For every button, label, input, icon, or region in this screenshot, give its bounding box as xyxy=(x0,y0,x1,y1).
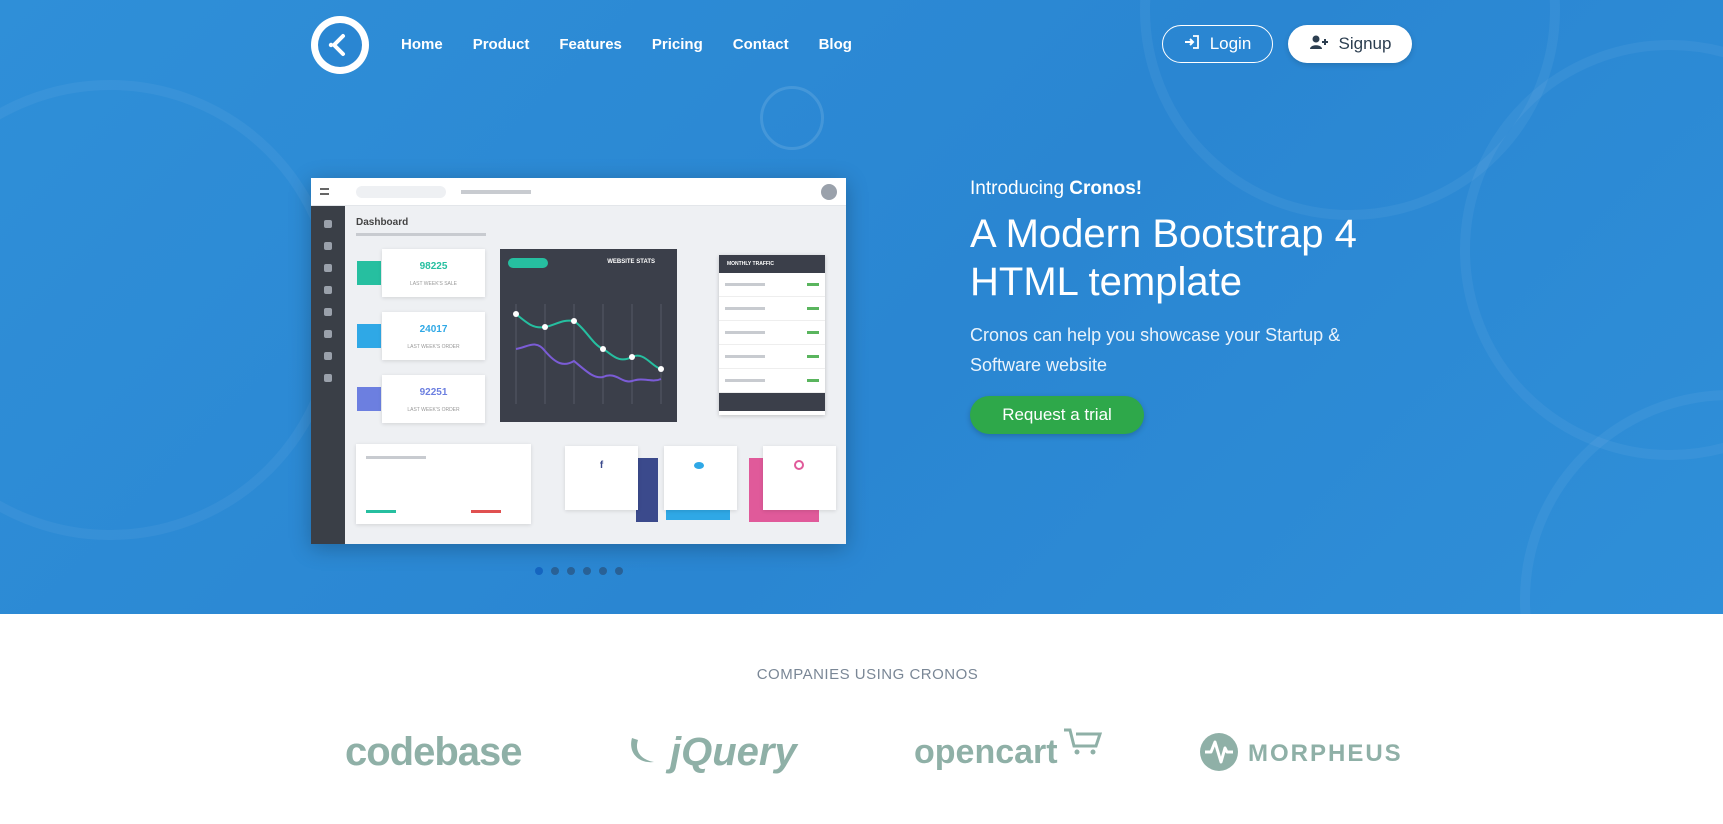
intro-brand: Cronos! xyxy=(1069,178,1143,199)
jquery-swirl-icon xyxy=(628,730,658,770)
carousel-indicators xyxy=(535,567,623,575)
nav-product[interactable]: Product xyxy=(473,36,530,53)
codebase-logo: codebase xyxy=(345,730,523,774)
bg-ring xyxy=(0,80,340,540)
carousel-dot[interactable] xyxy=(567,567,575,575)
mockup-dashboard-title: Dashboard xyxy=(356,217,409,228)
website-stats-chart: WEBSITE STATS xyxy=(500,249,677,422)
facebook-card: f xyxy=(565,446,638,510)
stat-card: 98225 LAST WEEK'S SALE xyxy=(382,249,485,297)
bg-ring xyxy=(760,86,824,150)
sign-in-icon xyxy=(1184,34,1200,54)
hero-description: Cronos can help you showcase your Startu… xyxy=(970,325,1341,375)
carousel-dot[interactable] xyxy=(599,567,607,575)
intro-prefix: Introducing xyxy=(970,178,1070,199)
chevron-left-icon xyxy=(318,23,362,67)
morpheus-logo: MORPHEUS xyxy=(1248,740,1403,767)
nav-blog[interactable]: Blog xyxy=(819,36,852,53)
opencart-logo: opencart xyxy=(914,733,1058,771)
stat-card: 92251 LAST WEEK'S ORDER xyxy=(382,375,485,423)
nav-pricing[interactable]: Pricing xyxy=(652,36,703,53)
monthly-traffic-card: MONTHLY TRAFFIC xyxy=(719,255,825,415)
stat-value: 98225 xyxy=(419,261,448,272)
hero-section: Home Product Features Pricing Contact Bl… xyxy=(0,0,1723,614)
carousel-dot[interactable] xyxy=(583,567,591,575)
morpheus-icon xyxy=(1199,732,1239,772)
dashboard-screenshot: Dashboard 98225 LAST WEEK'S SALE 24017 L… xyxy=(311,178,846,544)
signup-button[interactable]: Signup xyxy=(1288,25,1412,63)
mockup-topbar xyxy=(311,178,846,206)
nav-features[interactable]: Features xyxy=(559,36,622,53)
mockup-sidebar xyxy=(311,206,345,544)
cart-icon xyxy=(1062,726,1103,756)
carousel-dot[interactable] xyxy=(551,567,559,575)
bg-ring xyxy=(1520,390,1723,614)
carousel-dot[interactable] xyxy=(535,567,543,575)
jquery-logo: jQuery xyxy=(670,730,797,774)
brand-logo[interactable] xyxy=(311,16,369,74)
hero-headline: A Modern Bootstrap 4 HTML template xyxy=(970,212,1357,304)
stat-value: 24017 xyxy=(419,324,448,335)
nav-links: Home Product Features Pricing Contact Bl… xyxy=(401,36,882,53)
carousel-dot[interactable] xyxy=(615,567,623,575)
companies-title: COMPANIES USING CRONOS xyxy=(756,666,979,683)
twitter-card xyxy=(664,446,737,510)
navbar: Home Product Features Pricing Contact Bl… xyxy=(311,14,1412,74)
login-button[interactable]: Login xyxy=(1162,25,1273,63)
user-plus-icon xyxy=(1309,34,1329,55)
signup-label: Signup xyxy=(1338,34,1392,53)
message-card xyxy=(356,444,531,524)
stat-card: 24017 LAST WEEK'S ORDER xyxy=(382,312,485,360)
company-logos: codebase jQuery opencart MORPHEUS xyxy=(0,728,1723,780)
nav-contact[interactable]: Contact xyxy=(733,36,789,53)
request-trial-button[interactable]: Request a trial xyxy=(970,396,1144,434)
nav-home[interactable]: Home xyxy=(401,36,443,53)
stat-value: 92251 xyxy=(419,387,448,398)
hero-intro: Introducing Cronos! xyxy=(970,178,1142,200)
traffic-title: MONTHLY TRAFFIC xyxy=(727,261,774,267)
login-label: Login xyxy=(1209,34,1252,53)
dribbble-card xyxy=(763,446,836,510)
